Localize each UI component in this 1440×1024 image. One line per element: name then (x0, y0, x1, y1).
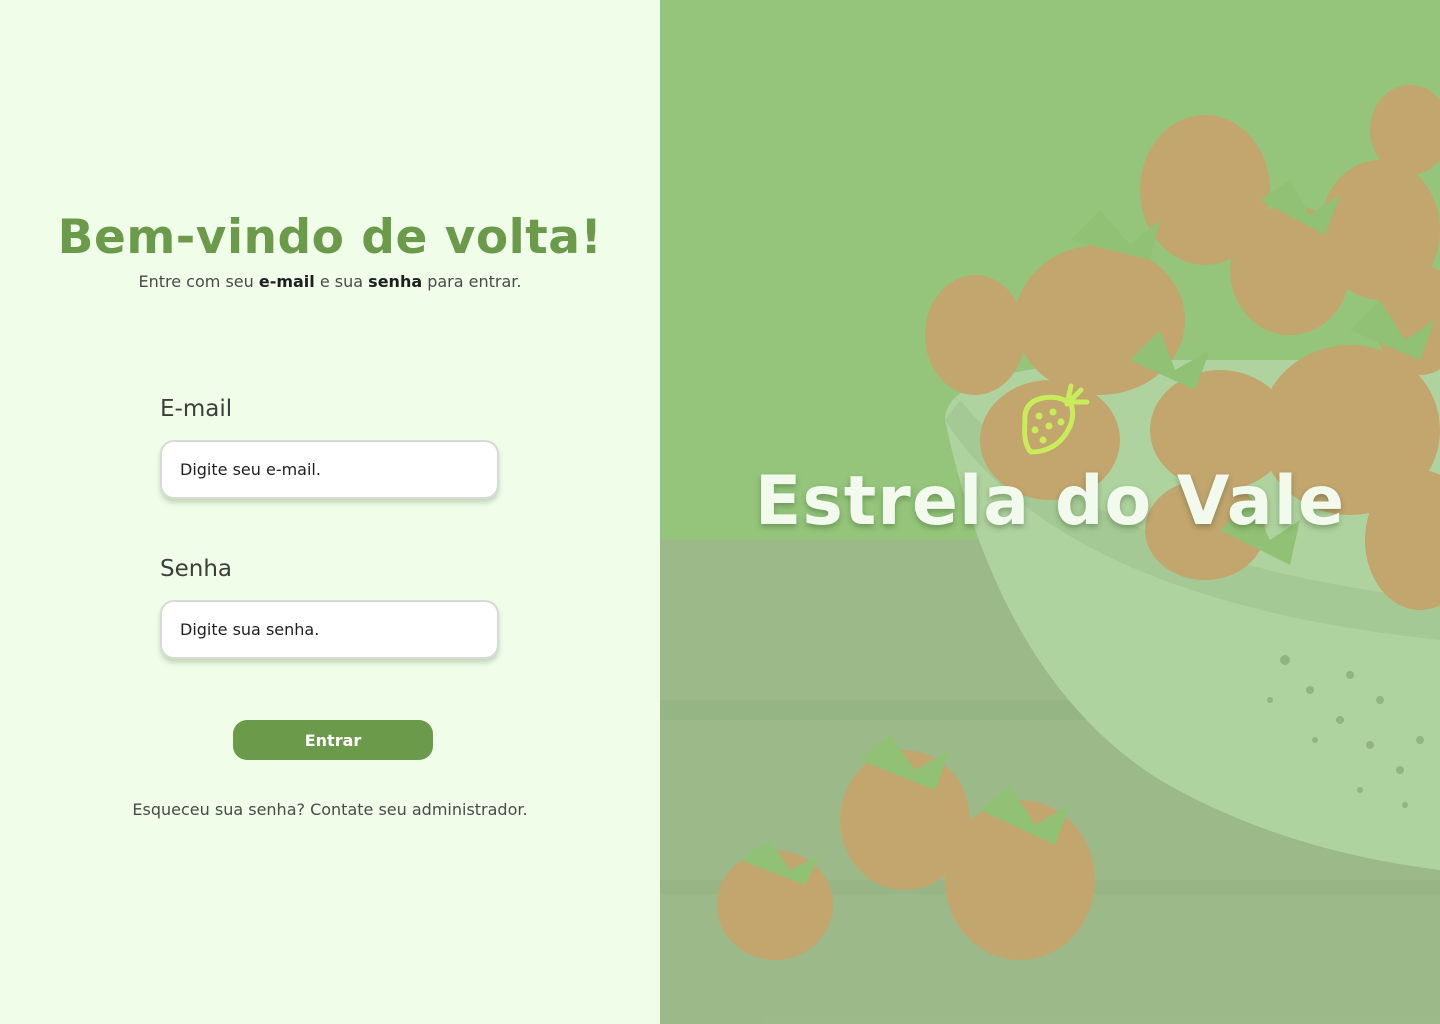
email-field[interactable] (160, 440, 499, 499)
strawberry-icon (1022, 383, 1090, 455)
password-field[interactable] (160, 600, 499, 659)
email-label: E-mail (160, 396, 233, 422)
brand-panel: Estrela do Vale (660, 0, 1440, 1024)
page-title: Bem-vindo de volta! (57, 210, 603, 265)
login-button[interactable]: Entrar (233, 720, 433, 760)
password-label: Senha (160, 556, 232, 582)
brand-name: Estrela do Vale (754, 462, 1346, 541)
page-subtitle: Entre com seu e-mail e sua senha para en… (0, 272, 660, 291)
forgot-password-text: Esqueceu sua senha? Contate seu administ… (132, 800, 528, 819)
subtitle-text-3: para entrar. (422, 272, 522, 291)
subtitle-text-2: e sua (314, 272, 369, 291)
subtitle-text-1: Entre com seu (138, 272, 259, 291)
subtitle-password-word: senha (368, 272, 423, 291)
login-panel: Bem-vindo de volta! Entre com seu e-mail… (0, 0, 660, 1024)
subtitle-email-word: e-mail (258, 272, 315, 291)
login-page: Bem-vindo de volta! Entre com seu e-mail… (0, 0, 1440, 1024)
